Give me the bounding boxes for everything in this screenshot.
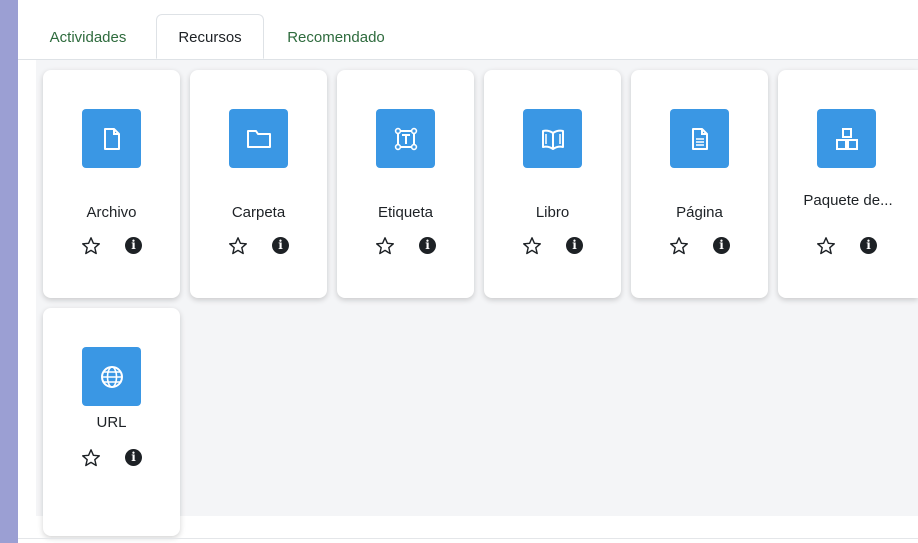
text-label-icon — [376, 109, 435, 168]
resource-label: Página — [676, 204, 723, 221]
star-icon[interactable] — [375, 236, 395, 256]
resource-card-libro[interactable]: Libro i — [484, 70, 621, 298]
info-icon[interactable]: i — [860, 237, 877, 254]
info-icon[interactable]: i — [272, 237, 289, 254]
info-icon[interactable]: i — [419, 237, 436, 254]
resource-card-archivo[interactable]: Archivo i — [43, 70, 180, 298]
resource-label: Etiqueta — [377, 204, 434, 221]
info-icon[interactable]: i — [125, 449, 142, 466]
resource-label: Archivo — [86, 204, 137, 221]
resource-label: URL — [96, 414, 127, 431]
footer-divider — [18, 538, 918, 539]
tab-recomendado[interactable]: Recomendado — [276, 14, 396, 59]
info-icon[interactable]: i — [566, 237, 583, 254]
info-icon[interactable]: i — [713, 237, 730, 254]
star-icon[interactable] — [522, 236, 542, 256]
folder-icon — [229, 109, 288, 168]
activity-chooser-panel: Actividades Recursos Recomendado Archivo… — [18, 0, 918, 543]
star-icon[interactable] — [669, 236, 689, 256]
resource-card-carpeta[interactable]: Carpeta i — [190, 70, 327, 298]
tab-actividades[interactable]: Actividades — [34, 14, 142, 59]
resource-card-paquete[interactable]: Paquete de... i — [778, 70, 918, 298]
resource-card-etiqueta[interactable]: Etiqueta i — [337, 70, 474, 298]
package-icon — [817, 109, 876, 168]
info-icon[interactable]: i — [125, 237, 142, 254]
page-icon — [670, 109, 729, 168]
resources-grid: Archivo i Carpeta i Etiqueta i Libro i P… — [36, 60, 918, 536]
globe-icon — [82, 347, 141, 406]
star-icon[interactable] — [228, 236, 248, 256]
star-icon[interactable] — [81, 236, 101, 256]
book-icon — [523, 109, 582, 168]
resource-card-pagina[interactable]: Página i — [631, 70, 768, 298]
tab-recursos[interactable]: Recursos — [156, 14, 264, 59]
resource-card-url[interactable]: URL i — [43, 308, 180, 536]
resource-label: Carpeta — [231, 204, 286, 221]
star-icon[interactable] — [816, 236, 836, 256]
file-icon — [82, 109, 141, 168]
resource-label: Paquete de... — [803, 192, 893, 209]
tab-bar: Actividades Recursos Recomendado — [18, 14, 918, 60]
resource-label: Libro — [535, 204, 570, 221]
star-icon[interactable] — [81, 448, 101, 468]
